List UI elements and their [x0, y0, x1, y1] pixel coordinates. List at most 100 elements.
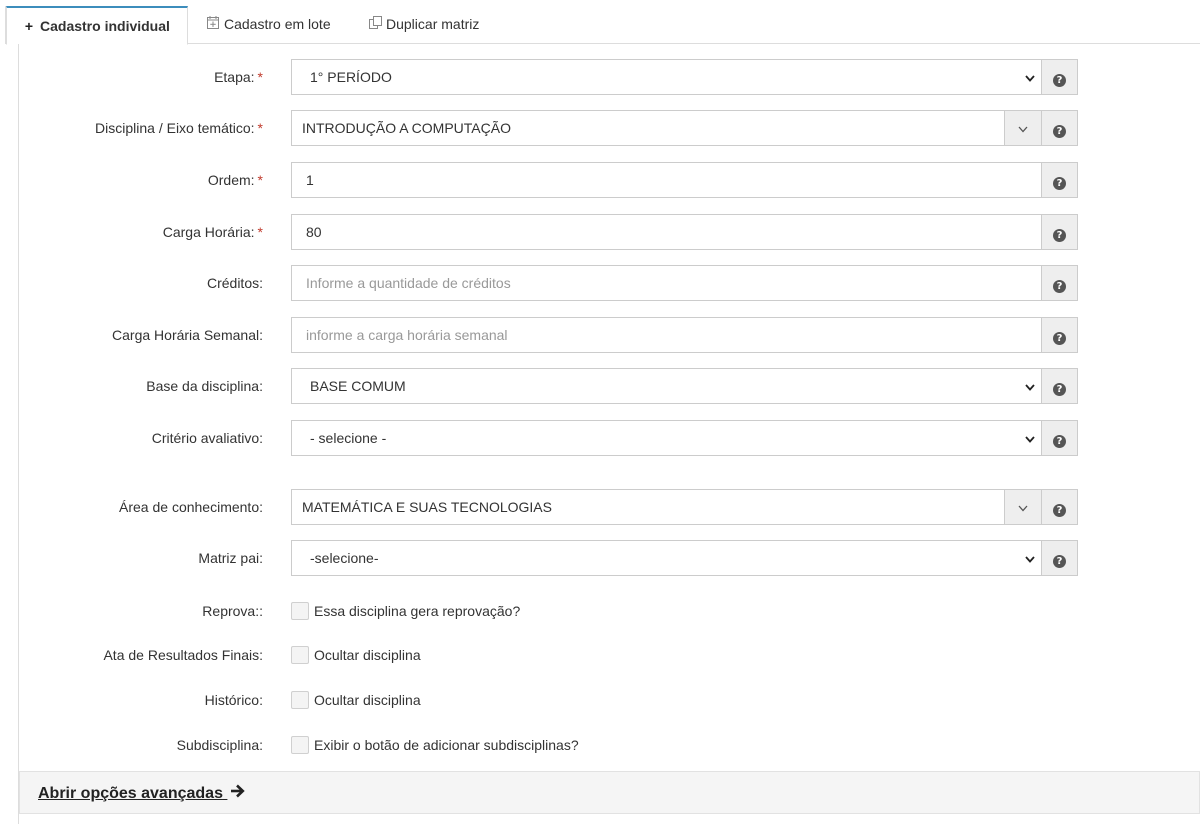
criterio-label: Critério avaliativo: — [151, 430, 263, 446]
help-button[interactable]: ? — [1041, 540, 1078, 576]
etapa-value: 1° PERÍODO — [310, 69, 392, 85]
chevron-down-icon — [1023, 369, 1037, 403]
calendar-plus-icon — [206, 6, 220, 42]
tab-label: Duplicar matriz — [386, 16, 480, 32]
chevron-down-icon — [1023, 60, 1037, 94]
plus-icon: + — [24, 18, 34, 34]
carga-horaria-input[interactable]: 80 — [291, 214, 1042, 250]
tab-bar: + Cadastro individual Cadastro em lote Du… — [5, 6, 1200, 45]
subdisciplina-checkbox-text[interactable]: Exibir o botão de adicionar subdisciplin… — [314, 735, 579, 755]
chevron-down-icon — [1023, 541, 1037, 575]
form-row-carga-semanal: Carga Horária Semanal: informe a carga h… — [0, 317, 1200, 353]
help-button[interactable]: ? — [1041, 110, 1078, 146]
creditos-input[interactable]: Informe a quantidade de créditos — [291, 265, 1042, 301]
ordem-input[interactable]: 1 — [291, 162, 1042, 198]
advanced-options-panel: Abrir opções avançadas — [19, 771, 1200, 814]
form-row-reprova: Reprova:: Essa disciplina gera reprovaçã… — [0, 601, 1200, 621]
area-dropdown-button[interactable] — [1004, 489, 1042, 525]
form-row-carga-horaria: Carga Horária: * 80 ? — [0, 214, 1200, 250]
form-row-creditos: Créditos: Informe a quantidade de crédit… — [0, 265, 1200, 301]
advanced-options-link[interactable]: Abrir opções avançadas — [38, 784, 246, 803]
help-button[interactable]: ? — [1041, 368, 1078, 404]
form-row-criterio: Critério avaliativo: - selecione - ? — [0, 420, 1200, 456]
question-circle-icon: ? — [1053, 177, 1066, 190]
help-button[interactable]: ? — [1041, 489, 1078, 525]
disciplina-dropdown-button[interactable] — [1004, 110, 1042, 146]
question-circle-icon: ? — [1053, 383, 1066, 396]
form-row-etapa: Etapa: * 1° PERÍODO ? — [0, 59, 1200, 95]
tab-cadastro-em-lote[interactable]: Cadastro em lote — [206, 6, 331, 44]
base-value: BASE COMUM — [310, 378, 406, 394]
base-select[interactable]: BASE COMUM — [291, 368, 1042, 404]
reprova-checkbox-text[interactable]: Essa disciplina gera reprovação? — [314, 601, 520, 621]
chevron-down-icon — [1023, 421, 1037, 455]
form-row-historico: Histórico: Ocultar disciplina — [0, 690, 1200, 710]
ordem-label: Ordem: * — [207, 172, 263, 188]
form-row-ordem: Ordem: * 1 ? — [0, 162, 1200, 198]
historico-label: Histórico: — [204, 692, 263, 708]
form-row-subdisciplina: Subdisciplina: Exibir o botão de adicion… — [0, 735, 1200, 755]
help-button[interactable]: ? — [1041, 317, 1078, 353]
ata-checkbox[interactable] — [291, 646, 309, 664]
ordem-value: 1 — [306, 172, 314, 188]
advanced-options-label: Abrir opções avançadas — [38, 785, 223, 802]
chevron-down-icon — [1018, 505, 1028, 512]
carga-semanal-input[interactable]: informe a carga horária semanal — [291, 317, 1042, 353]
creditos-label: Créditos: — [206, 275, 263, 291]
question-circle-icon: ? — [1053, 504, 1066, 517]
tab-label: Cadastro em lote — [224, 16, 331, 32]
criterio-value: - selecione - — [310, 430, 387, 446]
subdisciplina-checkbox[interactable] — [291, 736, 309, 754]
help-button[interactable]: ? — [1041, 265, 1078, 301]
subdisciplina-label: Subdisciplina: — [176, 737, 263, 753]
question-circle-icon: ? — [1053, 435, 1066, 448]
historico-checkbox[interactable] — [291, 691, 309, 709]
area-select[interactable]: MATEMÁTICA E SUAS TECNOLOGIAS — [291, 489, 1005, 525]
matriz-pai-label: Matriz pai: — [198, 550, 263, 566]
tab-duplicar-matriz[interactable]: Duplicar matriz — [368, 6, 479, 44]
disciplina-label: Disciplina / Eixo temático: * — [95, 120, 263, 136]
help-button[interactable]: ? — [1041, 162, 1078, 198]
form-row-matriz-pai: Matriz pai: -selecione- ? — [0, 540, 1200, 576]
question-circle-icon: ? — [1053, 229, 1066, 242]
question-circle-icon: ? — [1053, 280, 1066, 293]
tab-label: Cadastro individual — [40, 18, 170, 34]
chevron-down-icon — [1018, 126, 1028, 133]
reprova-checkbox[interactable] — [291, 602, 309, 620]
etapa-select[interactable]: 1° PERÍODO — [291, 59, 1042, 95]
question-circle-icon: ? — [1053, 332, 1066, 345]
required-marker: * — [257, 69, 263, 85]
disciplina-select[interactable]: INTRODUÇÃO A COMPUTAÇÃO — [291, 110, 1005, 146]
carga-semanal-label: Carga Horária Semanal: — [112, 327, 263, 343]
help-button[interactable]: ? — [1041, 420, 1078, 456]
etapa-label: Etapa: * — [214, 69, 263, 85]
ata-label: Ata de Resultados Finais: — [103, 647, 263, 663]
question-circle-icon: ? — [1053, 74, 1066, 87]
form-row-ata: Ata de Resultados Finais: Ocultar discip… — [0, 645, 1200, 665]
carga-horaria-value: 80 — [306, 224, 322, 240]
form-row-base: Base da disciplina: BASE COMUM ? — [0, 368, 1200, 404]
area-value: MATEMÁTICA E SUAS TECNOLOGIAS — [302, 499, 552, 515]
carga-horaria-label: Carga Horária: * — [162, 224, 263, 240]
question-circle-icon: ? — [1053, 555, 1066, 568]
creditos-placeholder: Informe a quantidade de créditos — [306, 275, 511, 291]
reprova-label: Reprova:: — [202, 603, 263, 619]
criterio-select[interactable]: - selecione - — [291, 420, 1042, 456]
form-row-disciplina: Disciplina / Eixo temático: * INTRODUÇÃO … — [0, 110, 1200, 146]
ata-checkbox-text[interactable]: Ocultar disciplina — [314, 645, 421, 665]
tab-cadastro-individual[interactable]: + Cadastro individual — [6, 6, 188, 45]
arrow-right-icon — [230, 784, 246, 803]
disciplina-value: INTRODUÇÃO A COMPUTAÇÃO — [302, 120, 511, 136]
matriz-pai-select[interactable]: -selecione- — [291, 540, 1042, 576]
required-marker: * — [257, 172, 263, 188]
historico-checkbox-text[interactable]: Ocultar disciplina — [314, 690, 421, 710]
required-marker: * — [257, 120, 263, 136]
help-button[interactable]: ? — [1041, 59, 1078, 95]
area-label: Área de conhecimento: — [119, 499, 263, 515]
required-marker: * — [257, 224, 263, 240]
copy-icon — [368, 6, 382, 42]
matriz-pai-value: -selecione- — [310, 550, 379, 566]
carga-semanal-placeholder: informe a carga horária semanal — [306, 327, 508, 343]
help-button[interactable]: ? — [1041, 214, 1078, 250]
form-row-area: Área de conhecimento: MATEMÁTICA E SUAS … — [0, 489, 1200, 525]
